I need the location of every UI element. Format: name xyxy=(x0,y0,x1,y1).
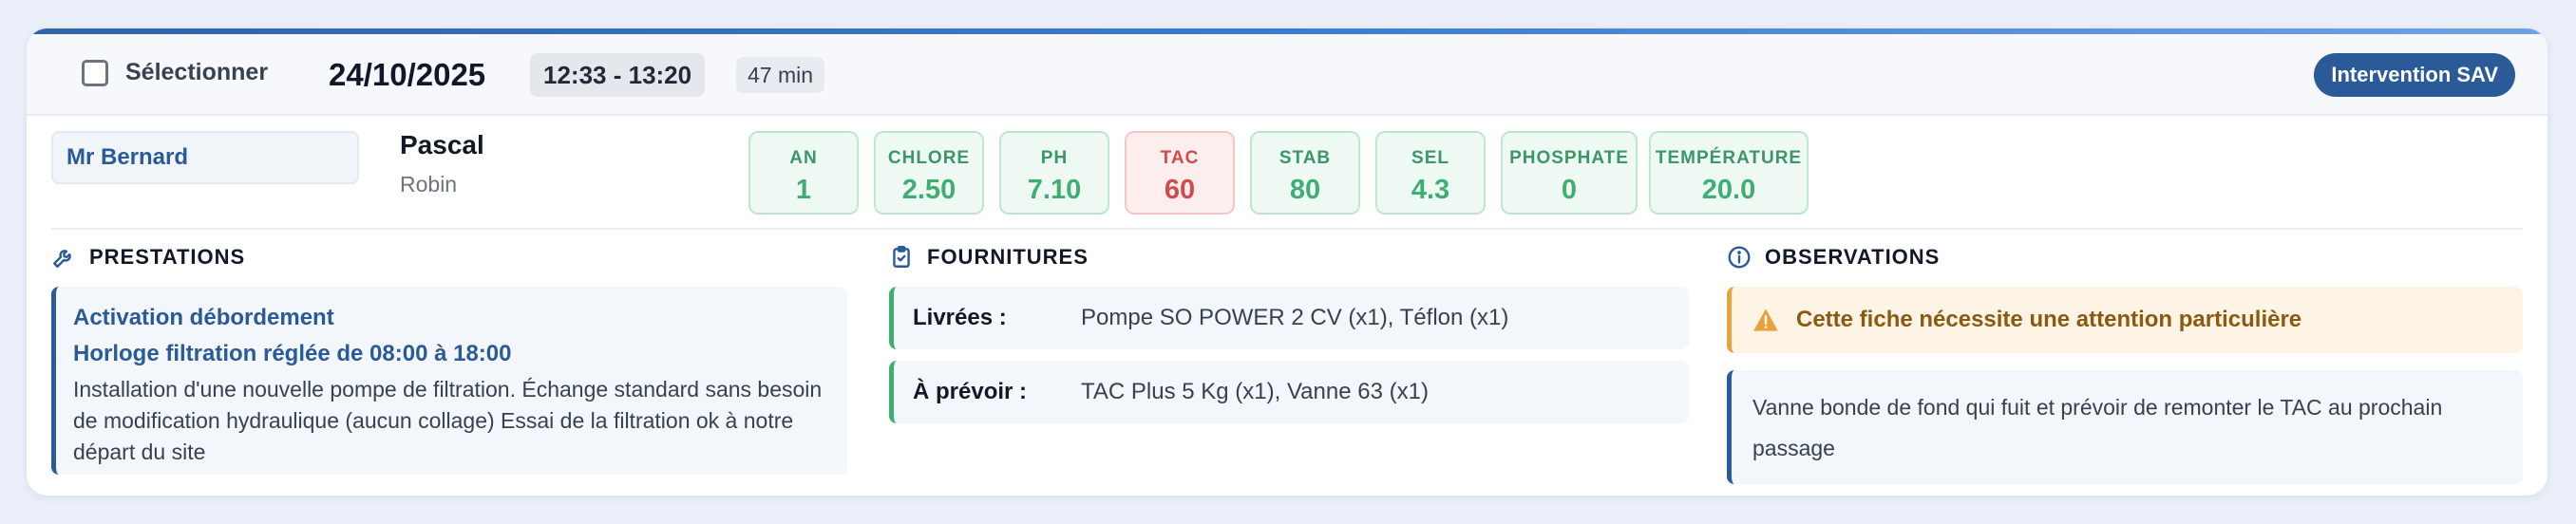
client-first-name: Pascal xyxy=(400,130,484,159)
fourniture-row-livrees: Livrées : Pompe SO POWER 2 CV (x1), Téfl… xyxy=(889,287,1689,349)
fournitures-title: FOURNITURES xyxy=(927,245,1089,269)
warning-icon xyxy=(1753,309,1778,331)
prestation-description: Installation d'une nouvelle pompe de fil… xyxy=(73,377,823,464)
metric-ph: PH 7.10 xyxy=(999,131,1109,215)
fourniture-label: À prévoir : xyxy=(913,379,1028,404)
metric-value: 20.0 xyxy=(1701,175,1756,205)
clipboard-check-icon xyxy=(893,245,910,268)
metric-label: PH xyxy=(1040,148,1069,168)
metric-phosphate: PHOSPHATE 0 xyxy=(1501,131,1638,215)
metric-label: TEMPÉRATURE xyxy=(1655,148,1803,168)
attention-alert: Cette fiche nécessite une attention part… xyxy=(1727,287,2523,353)
observations-title: OBSERVATIONS xyxy=(1765,245,1941,269)
metric-value: 1 xyxy=(795,175,812,205)
metric-label: TAC xyxy=(1160,148,1200,168)
select-control[interactable]: Sélectionner xyxy=(82,59,268,86)
client-title[interactable]: Mr Bernard xyxy=(51,131,359,184)
metric-value: 80 xyxy=(1289,175,1321,205)
observation-text: Vanne bonde de fond qui fuit et prévoir … xyxy=(1727,370,2523,484)
wrench-icon xyxy=(53,250,71,268)
time-range: 12:33 - 13:20 xyxy=(530,53,706,97)
client-last-name: Robin xyxy=(400,172,458,196)
prestations-panel: Activation débordement Horloge filtratio… xyxy=(51,287,847,475)
alert-text: Cette fiche nécessite une attention part… xyxy=(1796,307,2302,332)
intervention-date: 24/10/2025 xyxy=(329,57,486,92)
observations-heading: OBSERVATIONS xyxy=(1727,245,1940,270)
prestation-item: Activation débordement xyxy=(73,305,334,330)
prestation-item: Horloge filtration réglée de 08:00 à 18:… xyxy=(73,341,512,366)
fourniture-label: Livrées : xyxy=(913,305,1007,330)
duration-badge: 47 min xyxy=(736,57,825,93)
metric-value: 7.10 xyxy=(1027,175,1082,205)
metric-an: AN 1 xyxy=(748,131,859,215)
prestations-title: PRESTATIONS xyxy=(89,245,246,269)
fourniture-row-a-prevoir: À prévoir : TAC Plus 5 Kg (x1), Vanne 63… xyxy=(889,361,1689,423)
metric-value: 0 xyxy=(1561,175,1578,205)
metric-value: 2.50 xyxy=(901,175,957,205)
metric-chlore: CHLORE 2.50 xyxy=(874,131,984,215)
select-label: Sélectionner xyxy=(125,59,269,85)
metric-value: 60 xyxy=(1164,175,1196,205)
metric-sel: SEL 4.3 xyxy=(1375,131,1486,215)
select-checkbox[interactable] xyxy=(82,59,108,86)
metric-label: STAB xyxy=(1279,148,1332,168)
section-divider xyxy=(51,228,2523,230)
metric-label: SEL xyxy=(1411,148,1449,168)
prestations-heading: PRESTATIONS xyxy=(51,245,245,270)
info-icon xyxy=(1728,246,1751,269)
intervention-card: Sélectionner 24/10/2025 12:33 - 13:20 47… xyxy=(27,28,2548,496)
metric-label: AN xyxy=(789,148,818,168)
fournitures-heading: FOURNITURES xyxy=(889,245,1089,270)
fourniture-value: Pompe SO POWER 2 CV (x1), Téflon (x1) xyxy=(1081,305,1509,330)
metric-value: 4.3 xyxy=(1411,175,1450,205)
fourniture-value: TAC Plus 5 Kg (x1), Vanne 63 (x1) xyxy=(1081,379,1429,404)
metric-stab: STAB 80 xyxy=(1250,131,1360,215)
metric-temperature: TEMPÉRATURE 20.0 xyxy=(1649,131,1809,215)
metric-label: PHOSPHATE xyxy=(1509,148,1629,168)
metric-tac: TAC 60 xyxy=(1125,131,1235,215)
intervention-type-badge[interactable]: Intervention SAV xyxy=(2314,53,2515,97)
metric-label: CHLORE xyxy=(887,148,971,168)
card-header: Sélectionner 24/10/2025 12:33 - 13:20 47… xyxy=(27,34,2548,116)
